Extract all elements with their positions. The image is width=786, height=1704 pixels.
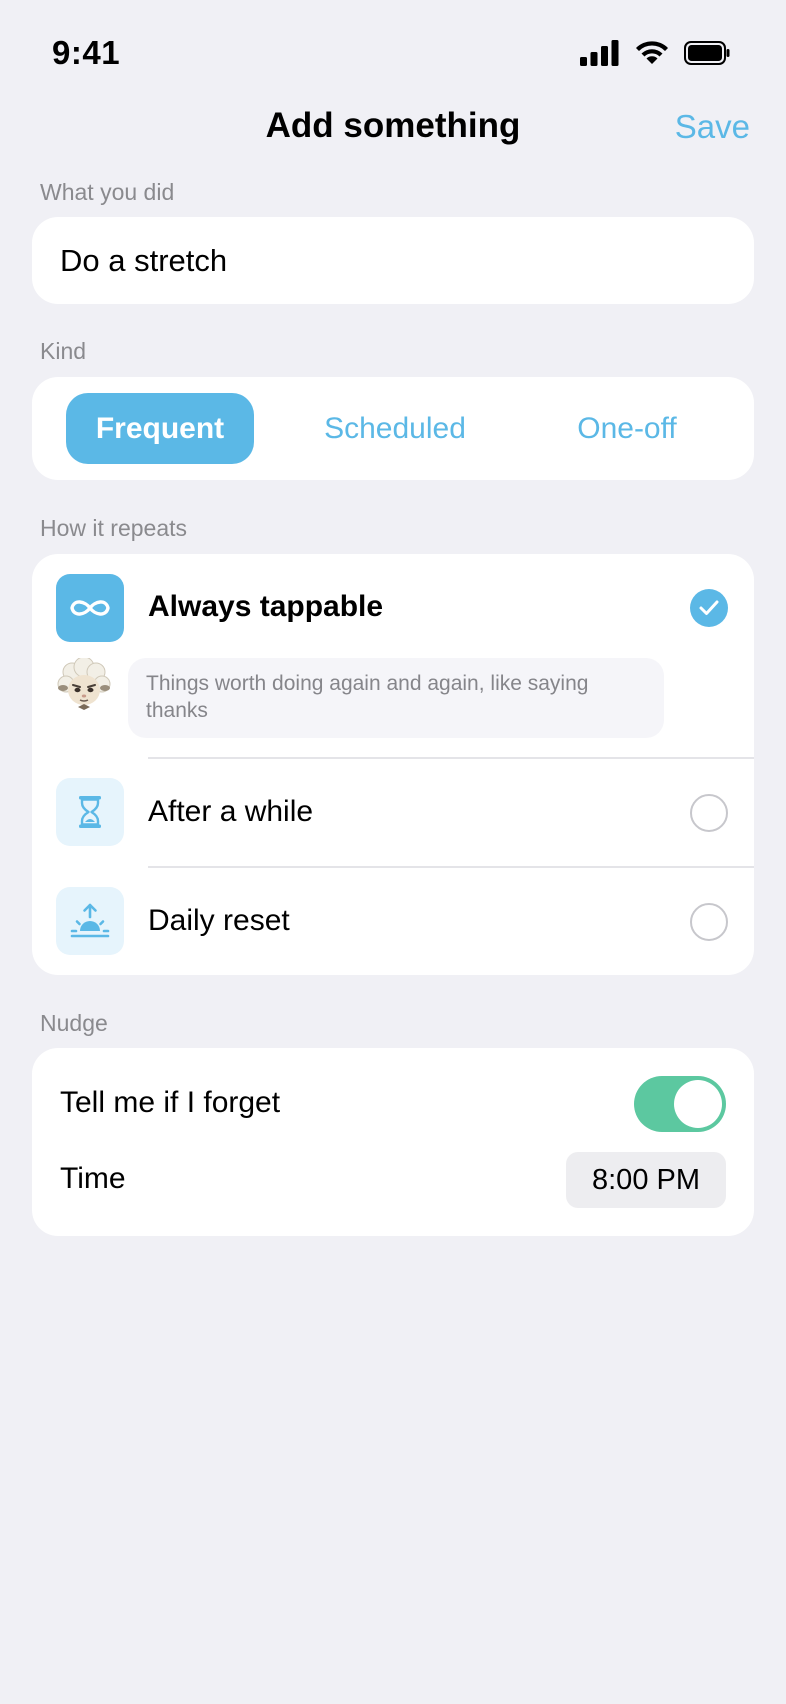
kind-option-scheduled[interactable]: Scheduled [290,393,500,464]
reminder-toggle-label: Tell me if I forget [60,1086,281,1119]
kind-option-one-off[interactable]: One-off [532,393,722,464]
time-label: Time [60,1162,126,1195]
toggle-knob [674,1080,722,1128]
save-button[interactable]: Save [675,108,750,146]
divider [148,757,754,759]
time-picker-button[interactable]: 8:00 PM [566,1152,726,1208]
repeat-option-hint: Things worth doing again and again, like… [128,658,664,738]
divider [148,866,754,868]
unselected-radio-icon[interactable] [690,903,728,941]
repeat-option-label: Always tappable [148,590,384,623]
repeat-options-card: Always tappable Things worth doing again… [32,554,754,975]
how-it-repeats-label: How it repeats [40,515,188,541]
unselected-radio-icon[interactable] [690,794,728,832]
wifi-icon [636,41,668,64]
battery-icon [684,41,730,65]
selected-checkmark-icon[interactable] [690,589,728,627]
kind-label: Kind [40,338,87,364]
sheep-mascot-avatar [56,656,112,714]
status-bar: 9:41 [0,0,786,100]
infinity-icon [56,574,124,642]
repeat-option-label: Daily reset [148,904,290,937]
reminder-toggle[interactable] [634,1076,726,1132]
page-title: Add something [265,106,521,145]
what-you-did-label: What you did [40,179,175,205]
repeat-option-label: After a while [148,795,314,828]
activity-name-input[interactable]: Do a stretch [32,217,754,304]
hourglass-icon [56,778,124,846]
nudge-label: Nudge [40,1010,108,1036]
sunrise-icon [56,887,124,955]
cellular-signal-icon [580,40,619,66]
status-icons [580,40,730,66]
status-time: 9:41 [52,34,121,71]
kind-option-frequent[interactable]: Frequent [66,393,254,464]
nudge-card: Tell me if I forget Time 8:00 PM [32,1048,754,1236]
kind-segmented-control: Frequent Scheduled One-off [32,377,754,480]
